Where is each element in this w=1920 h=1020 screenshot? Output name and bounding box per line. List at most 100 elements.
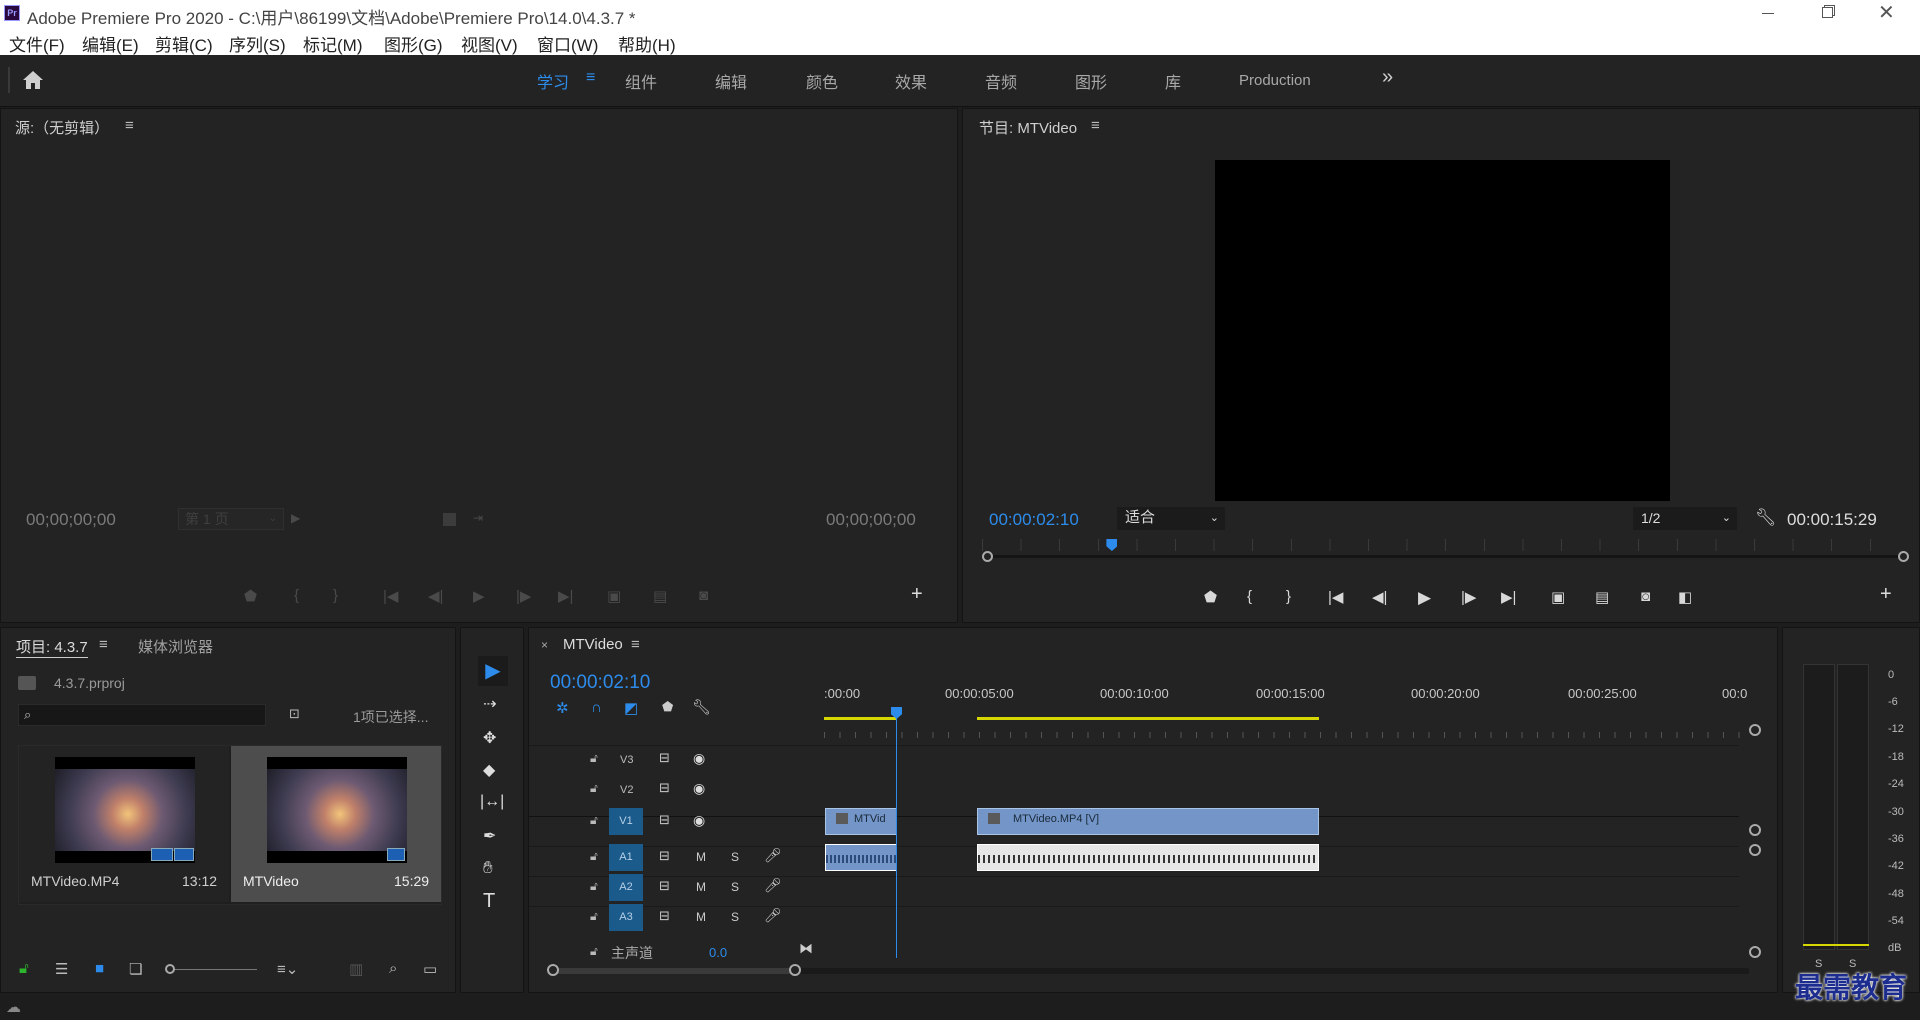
selection-tool-icon[interactable]: ▶ [478, 656, 508, 686]
timeline-close-icon[interactable]: × [541, 638, 548, 652]
home-icon[interactable] [22, 70, 44, 90]
razor-tool-icon[interactable]: ◆ [483, 760, 495, 780]
hand-tool-icon[interactable]: ✋︎ [483, 858, 493, 878]
source-timecode-in[interactable]: 00;00;00;00 [26, 510, 116, 530]
project-tab-menu-icon[interactable]: ≡ [99, 636, 108, 653]
step-back-icon[interactable]: ◀| [428, 587, 443, 605]
track-target-a2[interactable]: A2 [609, 874, 643, 901]
source-next-page-icon[interactable]: ▶ [291, 511, 300, 525]
work-area-bar-b[interactable] [977, 717, 1319, 720]
solo-button[interactable]: S [731, 910, 739, 924]
step-forward-icon[interactable]: |▶ [516, 587, 531, 605]
sync-lock-icon[interactable]: ⊟ [659, 878, 670, 894]
snap-icon[interactable]: ∩ [591, 699, 602, 716]
mute-button[interactable]: M [696, 880, 706, 894]
pen-tool-icon[interactable]: ✒ [483, 826, 496, 846]
add-marker-icon[interactable]: ⬟ [244, 587, 257, 605]
work-area-bar-a[interactable] [824, 717, 896, 720]
source-insert-icon[interactable]: ⇥ [473, 511, 483, 525]
timeline-add-marker-icon[interactable]: ⬟ [662, 699, 673, 715]
workspace-tab-production[interactable]: Production [1239, 72, 1311, 89]
zoom-slider[interactable] [165, 964, 257, 974]
workspace-tab-graphics[interactable]: 图形 [1075, 69, 1107, 93]
restore-icon[interactable] [1822, 7, 1833, 18]
new-bin-icon[interactable]: ▭ [423, 960, 437, 978]
go-to-in-icon[interactable]: |◀ [383, 587, 398, 605]
track-lock-icon[interactable]: 🔓︎ [590, 813, 598, 828]
menu-view[interactable]: 视图(V) [461, 31, 518, 56]
workspace-tab-learn[interactable]: 学习 [537, 69, 569, 93]
minimize-icon[interactable] [1762, 13, 1774, 14]
program-video-frame[interactable] [1215, 160, 1670, 501]
source-add-button-icon[interactable]: + [911, 583, 923, 606]
media-browser-tab[interactable]: 媒体浏览器 [138, 636, 213, 657]
menu-marker[interactable]: 标记(M) [303, 31, 362, 56]
program-mark-in-icon[interactable]: { [1247, 588, 1252, 605]
ripple-edit-tool-icon[interactable]: ✥ [483, 728, 496, 748]
list-view-icon[interactable]: ☰ [55, 960, 68, 978]
program-add-button-icon[interactable]: + [1880, 583, 1892, 606]
program-mark-out-icon[interactable]: } [1286, 588, 1291, 605]
v-scroll-mid-handle[interactable] [1749, 824, 1761, 836]
track-target-a3[interactable]: A3 [609, 904, 643, 931]
extract-icon[interactable]: ▤ [1595, 588, 1609, 606]
workspace-menu-icon[interactable]: ≡ [586, 69, 595, 87]
mic-icon[interactable]: 🎤︎ [764, 847, 782, 864]
track-select-tool-icon[interactable]: ⇢ [483, 694, 496, 714]
freeform-view-icon[interactable]: ❏ [129, 960, 142, 978]
h-scroll-thumb[interactable] [549, 968, 794, 974]
scrubber-start-handle[interactable] [982, 551, 993, 562]
h-scrollbar[interactable] [547, 964, 1749, 976]
menu-sequence[interactable]: 序列(S) [229, 31, 286, 56]
nest-toggle-icon[interactable]: ✲ [556, 699, 569, 717]
workspace-tab-color[interactable]: 颜色 [806, 69, 838, 93]
type-tool-icon[interactable]: T [483, 890, 495, 913]
v-scroll-top-handle[interactable] [1749, 724, 1761, 736]
source-panel-menu-icon[interactable]: ≡ [125, 117, 134, 134]
project-item-mtvideo-mp4[interactable]: MTVideo.MP4 13:12 [19, 746, 229, 902]
resolution-select[interactable]: 1/2 ⌄ [1633, 507, 1737, 530]
zoom-slider-handle[interactable] [165, 964, 175, 974]
workspace-tab-assembly[interactable]: 组件 [625, 69, 657, 93]
master-collapse-icon[interactable]: ⧓ [799, 940, 813, 957]
menu-clip[interactable]: 剪辑(C) [155, 31, 213, 56]
track-target-v1[interactable]: V1 [609, 808, 643, 835]
menu-help[interactable]: 帮助(H) [618, 31, 676, 56]
v-scroll-bottom-handle[interactable] [1749, 946, 1761, 958]
program-timecode[interactable]: 00:00:02:10 [989, 510, 1079, 530]
comparison-view-icon[interactable]: ◧ [1678, 588, 1692, 606]
v-scroll-mid2-handle[interactable] [1749, 844, 1761, 856]
mute-button[interactable]: M [696, 850, 706, 864]
new-search-bin-icon[interactable]: ⊡ [289, 706, 300, 722]
program-panel-menu-icon[interactable]: ≡ [1091, 117, 1100, 134]
track-lock-icon[interactable]: 🔓︎ [590, 944, 598, 959]
timeline-tab[interactable]: MTVideo [563, 636, 623, 653]
track-lock-icon[interactable]: 🔓︎ [590, 909, 598, 924]
track-target-a1[interactable]: A1 [609, 844, 643, 871]
sync-lock-icon[interactable]: ⊟ [659, 908, 670, 924]
menu-window[interactable]: 窗口(W) [537, 31, 598, 56]
more-workspaces-icon[interactable]: » [1382, 66, 1393, 89]
mute-button[interactable]: M [696, 910, 706, 924]
menu-edit[interactable]: 编辑(E) [82, 31, 139, 56]
source-page-select[interactable]: 第 1 页 ⌄ [178, 508, 284, 530]
source-panel-title[interactable]: 源:（无剪辑） [15, 117, 109, 138]
program-export-frame-icon[interactable]: ◙ [1641, 588, 1650, 605]
scrubber-end-handle[interactable] [1898, 551, 1909, 562]
clip-v1-a[interactable]: MTVid [825, 808, 897, 835]
insert-icon[interactable]: ▣ [607, 587, 621, 605]
mic-icon[interactable]: 🎤︎ [764, 907, 782, 924]
clip-a1-b[interactable] [977, 844, 1319, 871]
icon-view-icon[interactable]: ■ [95, 960, 104, 977]
creative-cloud-icon[interactable]: ☁︎ [6, 998, 21, 1016]
eye-icon[interactable]: ◉ [693, 780, 705, 797]
mark-in-icon[interactable]: { [294, 587, 299, 604]
workspace-tab-editing[interactable]: 编辑 [715, 69, 747, 93]
timeline-settings-icon[interactable]: 🔧︎ [692, 698, 711, 716]
timeline-tab-menu-icon[interactable]: ≡ [631, 636, 640, 653]
track-lock-icon[interactable]: 🔓︎ [590, 781, 598, 796]
eye-icon[interactable]: ◉ [693, 750, 705, 767]
lock-icon[interactable]: 🔓︎ [19, 960, 29, 977]
project-search-input[interactable]: ⌕ [18, 704, 266, 726]
timeline-timecode[interactable]: 00:00:02:10 [550, 672, 650, 694]
